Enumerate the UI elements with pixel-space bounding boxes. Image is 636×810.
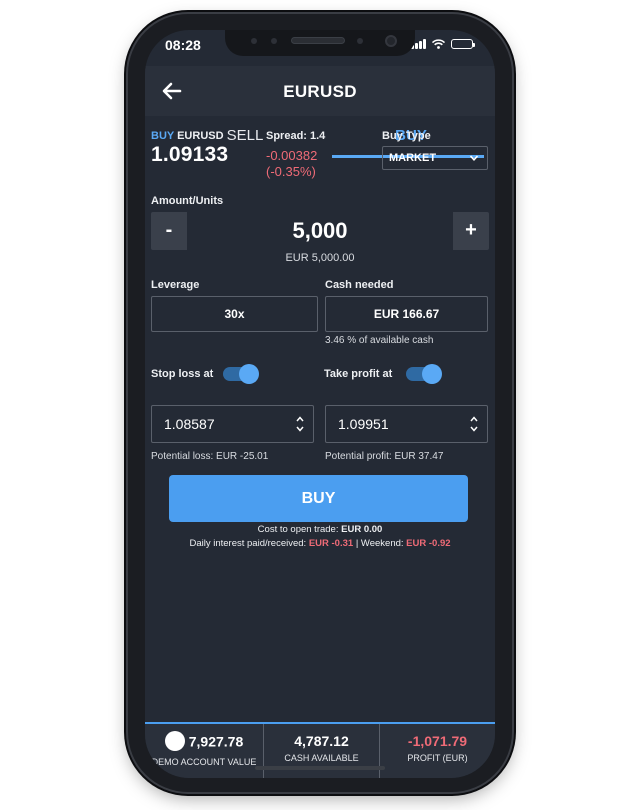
sensor-dot: [357, 38, 363, 44]
leverage-label: Leverage: [151, 279, 200, 291]
cash-needed-label: Cash needed: [325, 279, 394, 291]
interest-info: Daily interest paid/received: EUR -0.31 …: [145, 538, 495, 549]
stop-loss-label: Stop loss at: [151, 368, 214, 380]
home-indicator[interactable]: [255, 766, 385, 770]
device-notch: [225, 30, 415, 56]
profit-value: -1,071.79: [407, 733, 468, 749]
potential-loss: Potential loss: EUR -25.01: [151, 451, 269, 462]
instrument-price: 1.09133: [151, 143, 229, 166]
account-summary-bar: 7,927.78 DEMO ACCOUNT VALUE 4,787.12 CAS…: [145, 722, 495, 778]
toggle-knob: [422, 364, 442, 384]
take-profit-value: 1.09951: [338, 416, 389, 432]
sensor-dot: [251, 38, 257, 44]
avatar: [164, 731, 185, 751]
account-value: 7,927.78: [188, 733, 244, 750]
separator: |: [355, 538, 359, 549]
buy-button[interactable]: BUY: [169, 475, 468, 522]
amount-equivalent: EUR 5,000.00: [285, 252, 355, 264]
sensor-dot: [271, 38, 277, 44]
price-change: -0.00382 (-0.35%): [266, 148, 325, 180]
buy-type-value: MARKET: [389, 152, 437, 164]
speaker-grille: [291, 37, 345, 44]
spread-label: Spread: 1.4: [266, 130, 326, 142]
cash-available-value: 4,787.12: [294, 733, 349, 749]
stop-loss-value: 1.08587: [164, 416, 215, 432]
price-change-percent: (-0.35%): [266, 164, 316, 179]
cash-available-caption: CASH AVAILABLE: [284, 753, 359, 763]
spinner-arrows-icon[interactable]: [469, 414, 479, 434]
potential-profit: Potential profit: EUR 37.47: [325, 451, 444, 462]
amount-stepper: - 5,000 +: [151, 212, 489, 250]
account-value-caption: DEMO ACCOUNT VALUE: [151, 757, 257, 767]
price-change-value: -0.00382: [266, 148, 318, 163]
cost-to-open-value: EUR 0.00: [341, 524, 383, 535]
app-screen: 08:28 EURUSD SELL BUY BUY EURUSD 1.09133…: [145, 30, 495, 778]
take-profit-input[interactable]: 1.09951: [325, 405, 488, 443]
amount-input[interactable]: 5,000: [187, 212, 453, 250]
account-value-cell[interactable]: 7,927.78 DEMO ACCOUNT VALUE: [145, 724, 263, 778]
cash-needed-field: EUR 166.67: [325, 296, 488, 332]
spread-info: Spread: 1.4 -0.00382 (-0.35%): [266, 130, 325, 180]
chevron-down-icon: [469, 155, 479, 161]
daily-interest-label: Daily interest paid/received:: [189, 538, 307, 549]
stop-loss-toggle[interactable]: [223, 363, 259, 384]
cost-to-open: Cost to open trade: EUR 0.00: [145, 524, 495, 535]
profit-cell[interactable]: -1,071.79 PROFIT (EUR): [379, 724, 495, 778]
buy-type: Buy Type MARKET: [382, 130, 488, 170]
cash-needed-note: 3.46 % of available cash: [325, 335, 434, 346]
cost-to-open-label: Cost to open trade:: [257, 524, 339, 535]
front-camera: [385, 35, 397, 47]
form-fields: BUY EURUSD 1.09133 Spread: 1.4 -0.00382 …: [145, 30, 495, 778]
instrument-symbol: EURUSD: [177, 130, 224, 142]
instrument-heading: BUY EURUSD: [151, 130, 228, 142]
profit-caption: PROFIT (EUR): [407, 753, 468, 763]
take-profit-toggle[interactable]: [406, 363, 442, 384]
weekend-label: Weekend:: [360, 538, 404, 549]
instrument-info: BUY EURUSD 1.09133: [151, 130, 228, 167]
decrease-amount-button[interactable]: -: [151, 212, 187, 250]
buy-type-label: Buy Type: [382, 130, 431, 142]
increase-amount-button[interactable]: +: [453, 212, 489, 250]
take-profit-label: Take profit at: [324, 368, 393, 380]
daily-interest-value: EUR -0.31: [308, 538, 354, 549]
toggle-knob: [239, 364, 259, 384]
spinner-arrows-icon[interactable]: [295, 414, 305, 434]
buy-type-select[interactable]: MARKET: [382, 146, 488, 170]
trade-side: BUY: [151, 130, 175, 142]
stop-loss-input[interactable]: 1.08587: [151, 405, 314, 443]
weekend-value: EUR -0.92: [406, 538, 451, 549]
leverage-field[interactable]: 30x: [151, 296, 318, 332]
amount-label: Amount/Units: [151, 195, 224, 207]
phone-frame: 08:28 EURUSD SELL BUY BUY EURUSD 1.09133…: [128, 14, 512, 792]
